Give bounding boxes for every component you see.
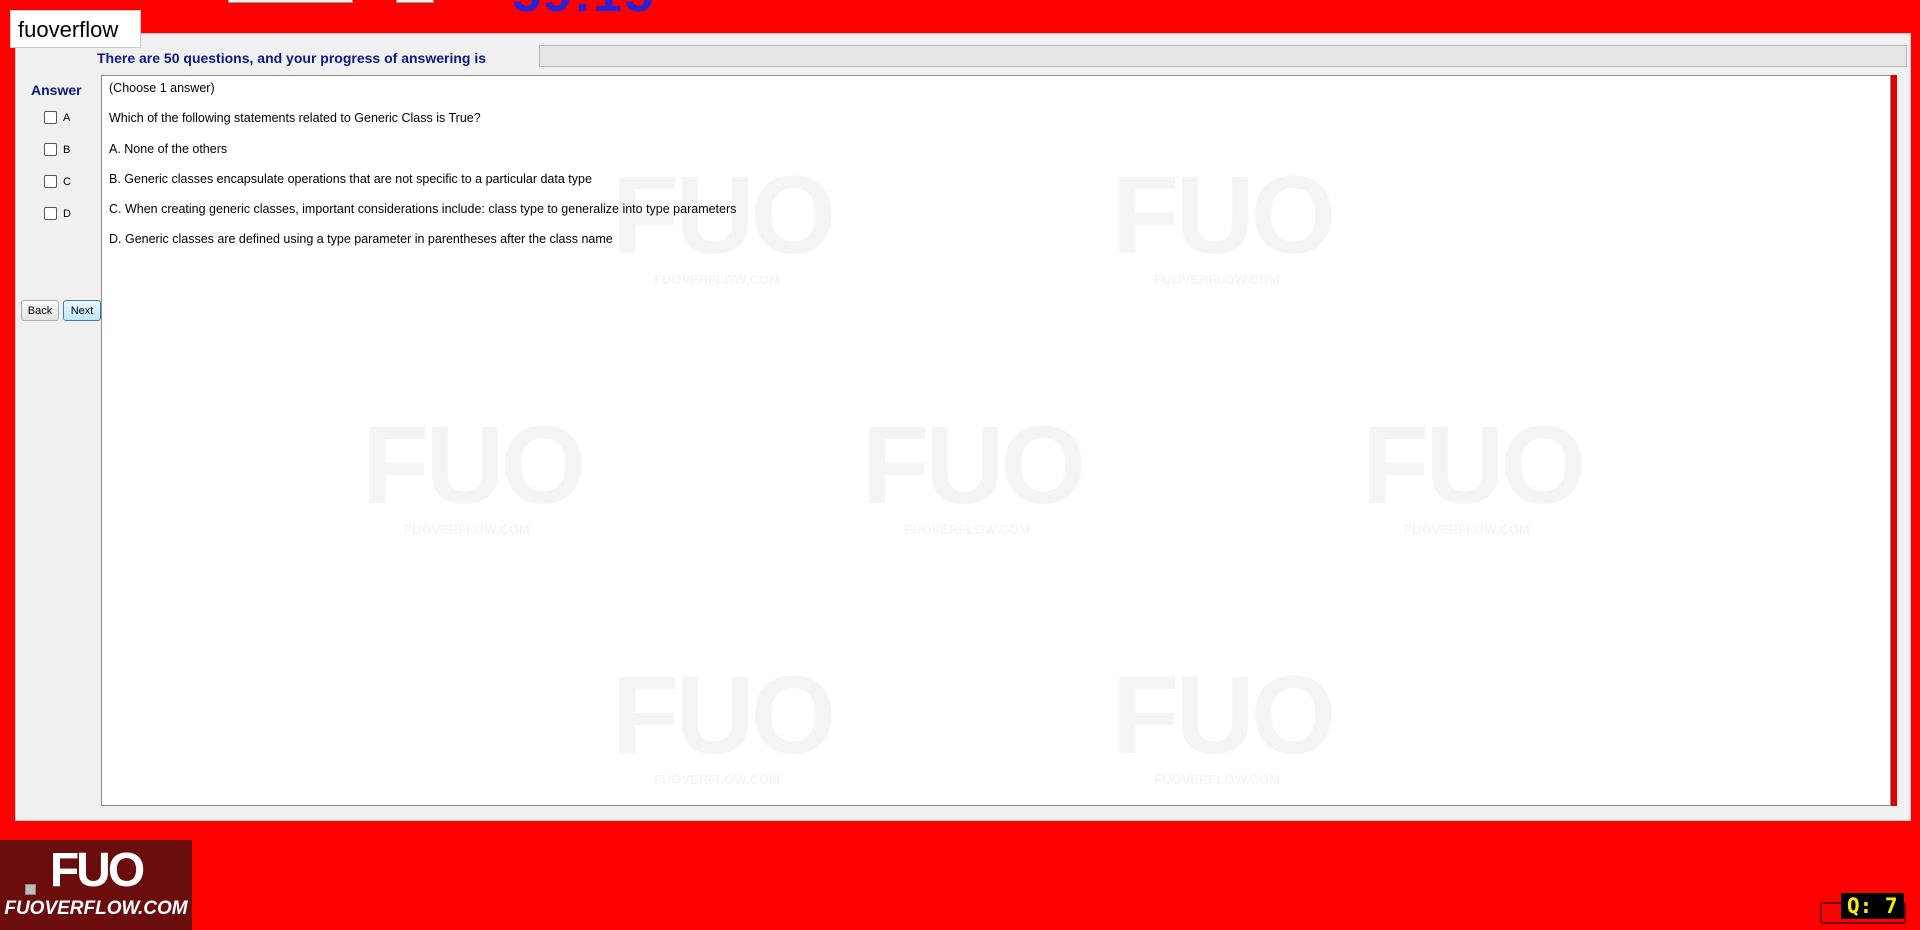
checkbox-d[interactable] [44,207,57,220]
answer-option-b[interactable]: B [44,143,70,156]
watermark: FUO FUOVERFLOW.COM [862,404,1086,538]
question-text: Which of the following statements relate… [109,111,481,125]
watermark: FUO FUOVERFLOW.COM [1362,404,1586,538]
option-a-label: A [63,111,71,124]
content-scrollbar[interactable] [1891,75,1897,806]
answer-option-c[interactable]: C [44,175,71,188]
checkbox-c[interactable] [44,175,57,188]
question-instruction: (Choose 1 answer) [109,81,215,95]
countdown-timer: 59:15 [512,0,655,24]
progress-caption: There are 50 questions, and your progres… [97,50,486,66]
exam-panel: There are 50 questions, and your progres… [15,33,1911,821]
question-content: FUO FUOVERFLOW.COM FUO FUOVERFLOW.COM FUO F… [101,75,1891,806]
choice-c: C. When creating generic classes, import… [109,202,737,216]
answer-option-a[interactable]: A [44,111,70,124]
checkbox-a[interactable] [44,111,57,124]
choice-d: D. Generic classes are defined using a t… [109,232,613,246]
choice-b: B. Generic classes encapsulate operation… [109,172,592,186]
small-checkbox[interactable] [25,884,36,895]
top-small-field[interactable] [396,0,434,3]
option-b-label: B [63,143,71,156]
watermark: FUO FUOVERFLOW.COM [1112,154,1336,288]
option-c-label: C [63,175,71,188]
watermark: FUO FUOVERFLOW.COM [362,404,586,538]
answer-heading: Answer [31,82,82,98]
watermark: FUO FUOVERFLOW.COM [1112,654,1336,788]
answer-option-d[interactable]: D [44,207,71,220]
question-counter: Q: 7 [1841,893,1904,919]
checkbox-b[interactable] [44,143,57,156]
top-text-field[interactable] [228,0,353,3]
brand-label: fuoverflow [10,10,141,48]
next-button[interactable]: Next [63,300,101,321]
progress-bar [539,45,1907,67]
watermark: FUO FUOVERFLOW.COM [612,154,836,288]
back-button[interactable]: Back [21,300,59,321]
logo-name: FUOVERFLOW.COM [4,898,188,919]
choice-a: A. None of the others [109,142,228,156]
watermark: FUO FUOVERFLOW.COM [612,654,836,788]
option-d-label: D [63,207,71,220]
